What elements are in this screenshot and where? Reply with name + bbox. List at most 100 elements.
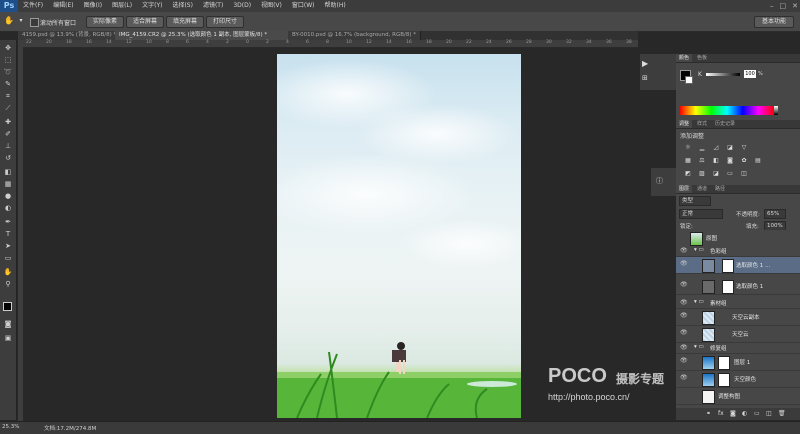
eye-icon[interactable]: 👁 [680,299,688,306]
healing-brush-icon[interactable]: ✚ [2,118,14,127]
hand-tool-icon[interactable]: ✋ [2,268,14,277]
eye-icon[interactable]: 👁 [680,329,688,336]
workspace-select[interactable]: 基本功能 [754,16,794,28]
eye-icon[interactable]: 👁 [680,312,688,319]
eyedropper-tool-icon[interactable]: ⟋ [2,104,14,113]
k-value-field[interactable]: 100 [744,70,756,78]
tab-adjustments[interactable]: 调整 [676,120,693,128]
tab-document-1[interactable]: 4159.psd @ 13.9% (背景, RGB/8) * [18,31,119,40]
foreground-color-swatch[interactable] [3,302,12,311]
chevron-down-icon[interactable]: ▾ [16,16,26,26]
tab-layers[interactable]: 图层 [676,185,693,193]
dodge-tool-icon[interactable]: ◐ [2,204,14,213]
zoom-readout[interactable]: 25.3% [2,424,19,430]
quick-mask-icon[interactable]: ◙ [2,320,14,329]
brush-presets-icon[interactable]: ⊞ [642,74,652,84]
new-group-icon[interactable]: ▭ [754,410,760,417]
document-canvas[interactable] [277,54,521,418]
brush-tool-icon[interactable]: ✐ [2,130,14,139]
tab-color[interactable]: 颜色 [676,54,693,62]
bw-icon[interactable]: ◧ [712,157,720,164]
print-size-button[interactable]: 打印尺寸 [206,16,244,28]
menu-window[interactable]: 窗口(W) [287,0,320,12]
layer-row[interactable]: 原图 [676,230,800,247]
menu-file[interactable]: 文件(F) [18,0,48,12]
photo-filter-icon[interactable]: ◙ [726,157,734,164]
close-button[interactable]: ✕ [792,0,798,12]
layer-filter-select[interactable]: 类型 [679,196,711,206]
eye-icon[interactable]: 👁 [680,260,688,267]
screen-mode-icon[interactable]: ▣ [2,334,14,343]
k-slider[interactable] [706,73,740,76]
exposure-icon[interactable]: ◪ [726,144,734,151]
layer-row[interactable]: 👁 选取颜色 1 [676,278,800,295]
color-spectrum[interactable] [680,106,774,115]
blend-mode-select[interactable]: 正常 [679,209,723,219]
curves-icon[interactable]: ◿ [712,144,720,151]
type-tool-icon[interactable]: T [2,230,14,239]
minimize-button[interactable]: – [770,0,774,12]
scroll-all-checkbox[interactable] [30,18,39,27]
menu-help[interactable]: 帮助(H) [320,0,351,12]
fit-screen-button[interactable]: 适合屏幕 [126,16,164,28]
pen-tool-icon[interactable]: ✒ [2,218,14,227]
eye-icon[interactable]: 👁 [680,344,688,351]
move-tool-icon[interactable]: ✥ [2,44,14,53]
menu-image[interactable]: 图像(I) [79,0,107,12]
link-icon[interactable]: ⚭ [706,410,711,417]
group-row[interactable]: 👁 ▾ ▭ 修复组 [676,343,800,354]
selective-color-icon[interactable]: ◫ [740,170,748,177]
clone-stamp-icon[interactable]: ⊥ [2,142,14,151]
fill-screen-button[interactable]: 填充屏幕 [166,16,204,28]
shape-tool-icon[interactable]: ▭ [2,254,14,263]
eye-icon[interactable]: 👁 [680,357,688,364]
blur-tool-icon[interactable]: ● [2,192,14,201]
tab-document-2[interactable]: IMG_4159.CR2 @ 25.3% (选取颜色 1 副本, 图层蒙板/8)… [115,31,292,40]
vibrance-icon[interactable]: ▽ [740,144,748,151]
group-row[interactable]: 👁 ▾ ▭ 素材组 [676,298,800,309]
adjustment-layer-icon[interactable]: ◐ [742,410,747,417]
brightness-icon[interactable]: ☼ [684,144,692,151]
color-lookup-icon[interactable]: ▤ [754,157,762,164]
threshold-icon[interactable]: ◪ [712,170,720,177]
quick-select-tool-icon[interactable]: ✎ [2,80,14,89]
opacity-field[interactable]: 65% [764,209,786,219]
zoom-tool-icon[interactable]: ⚲ [2,280,14,289]
tab-paths[interactable]: 路径 [712,185,728,193]
menu-select[interactable]: 选择(S) [167,0,198,12]
levels-icon[interactable]: ▁ [698,144,706,151]
new-layer-icon[interactable]: ◫ [766,410,772,417]
maximize-button[interactable]: □ [780,0,787,12]
background-color-chip[interactable] [685,76,693,84]
eraser-tool-icon[interactable]: ◧ [2,168,14,177]
menu-type[interactable]: 文字(Y) [137,0,167,12]
posterize-icon[interactable]: ▨ [698,170,706,177]
lasso-tool-icon[interactable]: ➰ [2,68,14,77]
menu-edit[interactable]: 编辑(E) [48,0,78,12]
menu-view[interactable]: 视图(V) [256,0,287,12]
trash-icon[interactable]: 🗑 [778,410,786,417]
group-row[interactable]: 👁 ▾ ▭ 色彩组 [676,246,800,257]
eye-icon[interactable]: 👁 [680,247,688,254]
menu-filter[interactable]: 滤镜(T) [198,0,228,12]
menu-layer[interactable]: 图层(L) [107,0,137,12]
marquee-tool-icon[interactable]: ⬚ [2,56,14,65]
layer-row[interactable]: 👁 天空云 [676,326,800,343]
bw-ramp[interactable] [774,106,778,115]
color-balance-icon[interactable]: ⚖ [698,157,706,164]
hue-sat-icon[interactable]: ▦ [684,157,692,164]
mask-icon[interactable]: ◙ [730,410,736,417]
invert-icon[interactable]: ◩ [684,170,692,177]
layer-row-selected[interactable]: 👁 选取颜色 1 ... [676,257,800,274]
actual-pixels-button[interactable]: 实际像素 [86,16,124,28]
play-icon[interactable]: ▶ [642,59,652,69]
crop-tool-icon[interactable]: ⌗ [2,92,14,101]
tab-history[interactable]: 历史记录 [712,120,738,128]
gradient-map-icon[interactable]: ▭ [726,170,734,177]
hand-tool-icon[interactable]: ✋ [4,16,14,26]
layer-row[interactable]: 👁 天空云副本 [676,309,800,326]
tab-swatches[interactable]: 色板 [694,54,710,62]
info-panel-icon[interactable]: ⓘ [656,176,668,186]
gradient-tool-icon[interactable]: ▦ [2,180,14,189]
channel-mixer-icon[interactable]: ✿ [740,157,748,164]
